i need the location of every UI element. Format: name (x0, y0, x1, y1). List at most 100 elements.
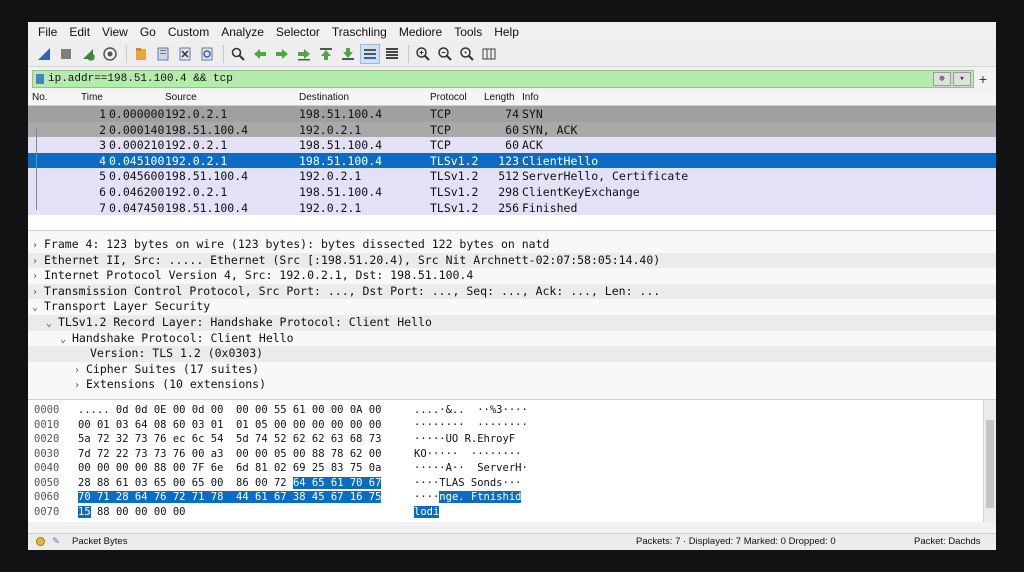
packet-row[interactable]: 7 0.047450 198.51.100.4 192.0.2.1 TLSv1.… (28, 199, 996, 216)
bytes-row[interactable]: 0060 70 71 28 64 76 72 71 78 44 61 67 38… (28, 491, 996, 506)
restart-capture-icon[interactable] (78, 44, 98, 64)
packet-row[interactable]: 5 0.045600 198.51.100.4 192.0.2.1 TLSv1.… (28, 168, 996, 184)
menu-custom[interactable]: Custom (162, 25, 215, 39)
expand-arrow-icon[interactable]: › (32, 269, 44, 285)
menu-analyze[interactable]: Analyze (215, 25, 270, 39)
resize-columns-icon[interactable] (479, 44, 499, 64)
stop-capture-icon[interactable] (56, 44, 76, 64)
bytes-row[interactable]: 0030 7d 72 22 73 73 76 00 a3 00 00 05 00… (28, 448, 996, 463)
packet-info: Finished (522, 200, 578, 215)
add-filter-button-icon[interactable]: + (974, 71, 992, 87)
bytes-row[interactable]: 0050 28 88 61 03 65 00 65 00 86 00 72 64… (28, 476, 996, 492)
go-back-icon[interactable] (250, 44, 270, 64)
detail-tls-record[interactable]: ⌄ TLSv1.2 Record Layer: Handshake Protoco… (28, 314, 996, 332)
filter-history-icon[interactable]: ▾ (953, 72, 971, 86)
packet-length: 123 (498, 153, 519, 168)
expand-arrow-icon[interactable]: › (32, 238, 44, 254)
packet-row[interactable]: 6 0.046200 192.0.2.1 198.51.100.4 TLSv1.… (28, 183, 996, 200)
detail-extensions[interactable]: › Extensions (10 extensions) (28, 377, 996, 393)
reload-file-icon[interactable] (197, 44, 217, 64)
packet-row-selected[interactable]: 4 0.045100 192.0.2.1 198.51.100.4 TLSv1.… (28, 152, 996, 169)
packet-destination: 192.0.2.1 (299, 169, 362, 184)
status-profile[interactable]: Packet: Dachds (914, 536, 981, 547)
go-forward-icon[interactable] (272, 44, 292, 64)
expert-info-icon[interactable] (36, 537, 45, 546)
zoom-out-icon[interactable] (435, 44, 455, 64)
column-header-destination[interactable]: Destination (299, 92, 349, 103)
edit-comment-icon[interactable]: ✎ (52, 536, 60, 547)
bytes-row[interactable]: 0040 00 00 00 00 88 00 7F 6e 6d 81 02 69… (28, 462, 996, 477)
status-left-text: Packet Bytes (72, 536, 128, 547)
detail-handshake[interactable]: ⌄ Handshake Protocol: Client Hello (28, 331, 996, 347)
menu-edit[interactable]: Edit (63, 25, 96, 39)
menu-help[interactable]: Help (488, 25, 525, 39)
zoom-normal-icon[interactable] (457, 44, 477, 64)
menu-file[interactable]: File (32, 25, 63, 39)
packet-bytes-pane: 0000 ..... 0d 0d 0E 00 0d 00 00 00 55 61… (28, 400, 996, 522)
bytes-row[interactable]: 0000 ..... 0d 0d 0E 00 0d 00 00 00 55 61… (28, 404, 996, 419)
column-header-time[interactable]: Time (81, 92, 103, 103)
packet-row[interactable]: 2 0.000140 198.51.100.4 192.0.2.1 TCP 60… (28, 121, 996, 138)
detail-ethernet[interactable]: › Ethernet II, Src: ..... Ethernet (Src [… (28, 252, 996, 270)
detail-ipv4[interactable]: › Internet Protocol Version 4, Src: 192.0… (28, 268, 996, 284)
column-header-length[interactable]: Length (484, 92, 515, 103)
autoscroll-icon[interactable] (360, 44, 380, 64)
packet-source: 198.51.100.4 (165, 200, 249, 215)
bytes-row[interactable]: 0010 00 01 03 64 08 60 03 01 01 05 00 00… (28, 419, 996, 434)
collapse-arrow-icon[interactable]: ⌄ (46, 316, 58, 332)
shark-fin-start-icon[interactable] (34, 44, 54, 64)
close-file-icon[interactable] (175, 44, 195, 64)
collapse-arrow-icon[interactable]: ⌄ (32, 300, 44, 316)
column-header-info[interactable]: Info (522, 92, 539, 103)
packet-no: 5 (99, 169, 106, 184)
expand-arrow-icon[interactable]: › (74, 363, 86, 379)
detail-tls[interactable]: ⌄ Transport Layer Security (28, 299, 996, 315)
packet-source: 192.0.2.1 (165, 153, 228, 168)
packet-row[interactable]: 3 0.000210 192.0.2.1 198.51.100.4 TCP 60… (28, 137, 996, 153)
column-header-protocol[interactable]: Protocol (430, 92, 467, 103)
byte-offset: 0060 (34, 491, 60, 503)
clear-filter-icon[interactable]: ⊗ (933, 72, 951, 86)
menu-mediore[interactable]: Mediore (393, 25, 448, 39)
menu-selector[interactable]: Selector (270, 25, 326, 39)
detail-frame[interactable]: › Frame 4: 123 bytes on wire (123 bytes):… (28, 237, 996, 253)
display-filter-input[interactable]: ip.addr==198.51.100.4 && tcp ⊗ ▾ (32, 70, 974, 88)
collapse-arrow-icon[interactable]: ⌄ (60, 332, 72, 348)
packet-no: 7 (99, 200, 106, 215)
byte-hex: 7d 72 22 73 73 76 00 a3 00 00 05 00 88 7… (78, 447, 382, 460)
zoom-in-icon[interactable] (413, 44, 433, 64)
expand-arrow-icon[interactable]: › (74, 378, 86, 394)
detail-text: Transmission Control Protocol, Src Port:… (44, 283, 661, 298)
save-file-icon[interactable] (153, 44, 173, 64)
go-first-packet-icon[interactable] (316, 44, 336, 64)
go-last-packet-icon[interactable] (338, 44, 358, 64)
capture-options-icon[interactable] (100, 44, 120, 64)
byte-hex: 70 71 28 64 76 72 71 78 44 61 67 38 45 6… (78, 491, 382, 503)
bytes-row[interactable]: 0070 15 88 00 00 00 00 lodi (28, 505, 996, 521)
scrollbar-thumb[interactable] (986, 420, 994, 508)
menu-go[interactable]: Go (134, 25, 162, 39)
column-header-source[interactable]: Source (165, 92, 197, 103)
detail-tcp[interactable]: › Transmission Control Protocol, Src Port… (28, 283, 996, 301)
filter-bookmark-icon[interactable] (36, 74, 44, 84)
go-to-packet-icon[interactable] (294, 44, 314, 64)
expand-arrow-icon[interactable]: › (32, 285, 44, 301)
open-file-icon[interactable] (131, 44, 151, 64)
bytes-row[interactable]: 0020 5a 72 32 73 76 ec 6c 54 5d 74 52 62… (28, 433, 996, 448)
colorize-list-icon[interactable] (382, 44, 402, 64)
packet-destination: 192.0.2.1 (299, 200, 362, 215)
packet-no: 3 (99, 138, 106, 153)
menu-tools[interactable]: Tools (448, 25, 488, 39)
packet-row[interactable]: 1 0.000000 192.0.2.1 198.51.100.4 TCP 74… (28, 106, 996, 122)
menu-traschling[interactable]: Traschling (326, 25, 393, 39)
find-packet-icon[interactable] (228, 44, 248, 64)
packet-list-header: No. Time Source Destination Protocol Len… (28, 91, 996, 106)
expand-arrow-icon[interactable]: › (32, 254, 44, 270)
bytes-scrollbar[interactable] (983, 400, 996, 522)
hex-selected: 15 (78, 505, 91, 518)
column-header-no[interactable]: No. (32, 92, 48, 103)
toolbar-separator (408, 45, 409, 63)
menu-view[interactable]: View (96, 25, 134, 39)
detail-cipher-suites[interactable]: › Cipher Suites (17 suites) (28, 362, 996, 378)
detail-version[interactable]: Version: TLS 1.2 (0x0303) (28, 346, 996, 362)
